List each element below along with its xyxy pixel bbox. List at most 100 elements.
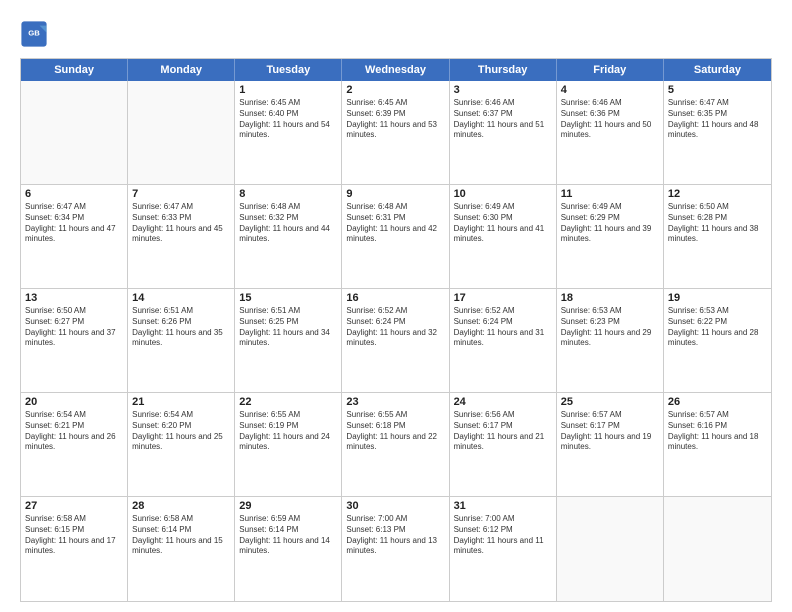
cell-info: Sunrise: 6:57 AMSunset: 6:16 PMDaylight:…: [668, 410, 767, 453]
cell-info: Sunrise: 6:49 AMSunset: 6:30 PMDaylight:…: [454, 202, 552, 245]
calendar-row: 13Sunrise: 6:50 AMSunset: 6:27 PMDayligh…: [21, 289, 771, 393]
cell-info: Sunrise: 6:45 AMSunset: 6:39 PMDaylight:…: [346, 98, 444, 141]
cell-info: Sunrise: 6:52 AMSunset: 6:24 PMDaylight:…: [346, 306, 444, 349]
cell-info: Sunrise: 6:52 AMSunset: 6:24 PMDaylight:…: [454, 306, 552, 349]
cell-info: Sunrise: 6:47 AMSunset: 6:35 PMDaylight:…: [668, 98, 767, 141]
day-number: 31: [454, 500, 552, 512]
calendar-cell: 20 Sunrise: 6:54 AMSunset: 6:21 PMDayligh…: [21, 393, 128, 496]
cell-info: Sunrise: 6:55 AMSunset: 6:18 PMDaylight:…: [346, 410, 444, 453]
logo-icon: GB: [20, 20, 48, 48]
calendar-cell: 9 Sunrise: 6:48 AMSunset: 6:31 PMDaylight…: [342, 185, 449, 288]
logo: GB: [20, 20, 50, 48]
cell-info: Sunrise: 6:56 AMSunset: 6:17 PMDaylight:…: [454, 410, 552, 453]
calendar-cell: 13Sunrise: 6:50 AMSunset: 6:27 PMDayligh…: [21, 289, 128, 392]
cell-info: Sunrise: 6:53 AMSunset: 6:22 PMDaylight:…: [668, 306, 767, 349]
cell-info: Sunrise: 6:54 AMSunset: 6:20 PMDaylight:…: [132, 410, 230, 453]
calendar-cell: 21 Sunrise: 6:54 AMSunset: 6:20 PMDayligh…: [128, 393, 235, 496]
calendar-row: 1 Sunrise: 6:45 AMSunset: 6:40 PMDaylight…: [21, 81, 771, 185]
day-number: 21: [132, 396, 230, 408]
cell-info: Sunrise: 6:49 AMSunset: 6:29 PMDaylight:…: [561, 202, 659, 245]
cell-info: Sunrise: 7:00 AMSunset: 6:12 PMDaylight:…: [454, 514, 552, 557]
calendar-cell: 14Sunrise: 6:51 AMSunset: 6:26 PMDayligh…: [128, 289, 235, 392]
day-number: 19: [668, 292, 767, 304]
cell-info: Sunrise: 6:57 AMSunset: 6:17 PMDaylight:…: [561, 410, 659, 453]
calendar-cell: 18 Sunrise: 6:53 AMSunset: 6:23 PMDayligh…: [557, 289, 664, 392]
calendar-cell: 22 Sunrise: 6:55 AMSunset: 6:19 PMDayligh…: [235, 393, 342, 496]
day-number: 16: [346, 292, 444, 304]
cell-info: Sunrise: 6:53 AMSunset: 6:23 PMDaylight:…: [561, 306, 659, 349]
weekday-header: Wednesday: [342, 59, 449, 81]
calendar-cell: 6Sunrise: 6:47 AMSunset: 6:34 PMDaylight…: [21, 185, 128, 288]
day-number: 29: [239, 500, 337, 512]
weekday-header: Thursday: [450, 59, 557, 81]
day-number: 30: [346, 500, 444, 512]
cell-info: Sunrise: 6:51 AMSunset: 6:25 PMDaylight:…: [239, 306, 337, 349]
calendar-cell: 29 Sunrise: 6:59 AMSunset: 6:14 PMDayligh…: [235, 497, 342, 601]
day-number: 12: [668, 188, 767, 200]
cell-info: Sunrise: 6:58 AMSunset: 6:15 PMDaylight:…: [25, 514, 123, 557]
calendar-cell: 26 Sunrise: 6:57 AMSunset: 6:16 PMDayligh…: [664, 393, 771, 496]
day-number: 11: [561, 188, 659, 200]
day-number: 25: [561, 396, 659, 408]
day-number: 18: [561, 292, 659, 304]
day-number: 22: [239, 396, 337, 408]
day-number: 3: [454, 84, 552, 96]
calendar-cell: 11 Sunrise: 6:49 AMSunset: 6:29 PMDayligh…: [557, 185, 664, 288]
weekday-header: Saturday: [664, 59, 771, 81]
cell-info: Sunrise: 6:45 AMSunset: 6:40 PMDaylight:…: [239, 98, 337, 141]
calendar-cell: 23 Sunrise: 6:55 AMSunset: 6:18 PMDayligh…: [342, 393, 449, 496]
day-number: 27: [25, 500, 123, 512]
calendar-cell: 28 Sunrise: 6:58 AMSunset: 6:14 PMDayligh…: [128, 497, 235, 601]
cell-info: Sunrise: 6:46 AMSunset: 6:37 PMDaylight:…: [454, 98, 552, 141]
weekday-header: Monday: [128, 59, 235, 81]
calendar-cell: [557, 497, 664, 601]
weekday-header: Friday: [557, 59, 664, 81]
cell-info: Sunrise: 6:59 AMSunset: 6:14 PMDaylight:…: [239, 514, 337, 557]
calendar-cell: 5 Sunrise: 6:47 AMSunset: 6:35 PMDaylight…: [664, 81, 771, 184]
calendar-cell: [664, 497, 771, 601]
calendar-row: 27 Sunrise: 6:58 AMSunset: 6:15 PMDayligh…: [21, 497, 771, 601]
cell-info: Sunrise: 6:50 AMSunset: 6:27 PMDaylight:…: [25, 306, 123, 349]
day-number: 20: [25, 396, 123, 408]
cell-info: Sunrise: 6:50 AMSunset: 6:28 PMDaylight:…: [668, 202, 767, 245]
calendar-row: 6Sunrise: 6:47 AMSunset: 6:34 PMDaylight…: [21, 185, 771, 289]
calendar-cell: 24 Sunrise: 6:56 AMSunset: 6:17 PMDayligh…: [450, 393, 557, 496]
calendar-cell: 19 Sunrise: 6:53 AMSunset: 6:22 PMDayligh…: [664, 289, 771, 392]
day-number: 1: [239, 84, 337, 96]
cell-info: Sunrise: 6:47 AMSunset: 6:34 PMDaylight:…: [25, 202, 123, 245]
cell-info: Sunrise: 6:46 AMSunset: 6:36 PMDaylight:…: [561, 98, 659, 141]
calendar-cell: 30Sunrise: 7:00 AMSunset: 6:13 PMDayligh…: [342, 497, 449, 601]
calendar-row: 20 Sunrise: 6:54 AMSunset: 6:21 PMDayligh…: [21, 393, 771, 497]
calendar-body: 1 Sunrise: 6:45 AMSunset: 6:40 PMDaylight…: [21, 81, 771, 601]
day-number: 26: [668, 396, 767, 408]
day-number: 2: [346, 84, 444, 96]
day-number: 23: [346, 396, 444, 408]
cell-info: Sunrise: 6:48 AMSunset: 6:31 PMDaylight:…: [346, 202, 444, 245]
day-number: 15: [239, 292, 337, 304]
calendar-cell: 1 Sunrise: 6:45 AMSunset: 6:40 PMDaylight…: [235, 81, 342, 184]
calendar-cell: 25 Sunrise: 6:57 AMSunset: 6:17 PMDayligh…: [557, 393, 664, 496]
day-number: 17: [454, 292, 552, 304]
header: GB: [20, 16, 772, 48]
day-number: 9: [346, 188, 444, 200]
cell-info: Sunrise: 6:48 AMSunset: 6:32 PMDaylight:…: [239, 202, 337, 245]
calendar-cell: [21, 81, 128, 184]
calendar-cell: 31 Sunrise: 7:00 AMSunset: 6:12 PMDayligh…: [450, 497, 557, 601]
day-number: 10: [454, 188, 552, 200]
calendar-cell: 3 Sunrise: 6:46 AMSunset: 6:37 PMDaylight…: [450, 81, 557, 184]
calendar-cell: 12 Sunrise: 6:50 AMSunset: 6:28 PMDayligh…: [664, 185, 771, 288]
cell-info: Sunrise: 6:54 AMSunset: 6:21 PMDaylight:…: [25, 410, 123, 453]
calendar-cell: [128, 81, 235, 184]
calendar-cell: 17 Sunrise: 6:52 AMSunset: 6:24 PMDayligh…: [450, 289, 557, 392]
calendar-header: SundayMondayTuesdayWednesdayThursdayFrid…: [21, 59, 771, 81]
day-number: 24: [454, 396, 552, 408]
day-number: 5: [668, 84, 767, 96]
svg-text:GB: GB: [28, 28, 40, 37]
calendar-page: GB SundayMondayTuesdayWednesdayThursdayF…: [0, 0, 792, 612]
cell-info: Sunrise: 6:55 AMSunset: 6:19 PMDaylight:…: [239, 410, 337, 453]
day-number: 14: [132, 292, 230, 304]
day-number: 7: [132, 188, 230, 200]
cell-info: Sunrise: 6:58 AMSunset: 6:14 PMDaylight:…: [132, 514, 230, 557]
day-number: 28: [132, 500, 230, 512]
weekday-header: Sunday: [21, 59, 128, 81]
